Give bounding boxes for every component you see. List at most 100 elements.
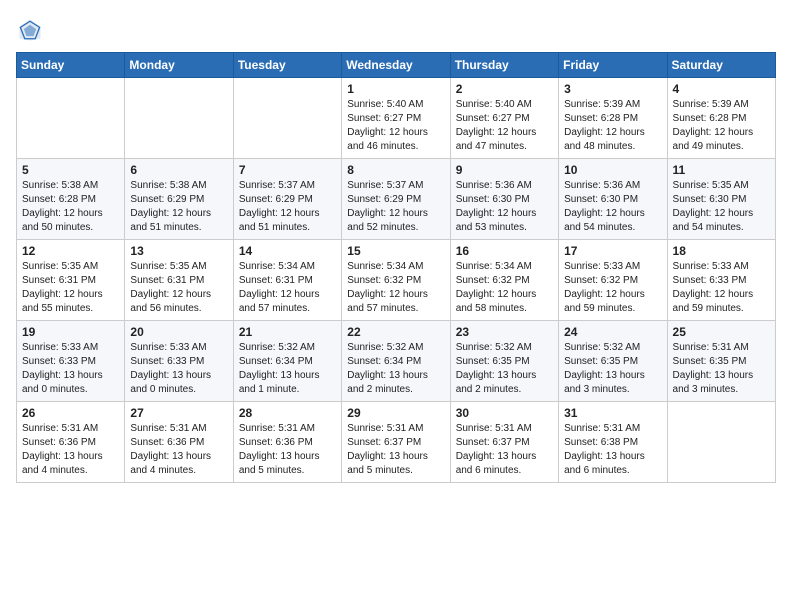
calendar-cell: 26 Sunrise: 5:31 AM Sunset: 6:36 PM Dayli…: [17, 402, 125, 483]
day-number: 15: [347, 244, 444, 258]
calendar-cell: 5 Sunrise: 5:38 AM Sunset: 6:28 PM Daylig…: [17, 159, 125, 240]
day-number: 3: [564, 82, 661, 96]
logo-icon: [16, 16, 44, 44]
calendar-day-header: Friday: [559, 53, 667, 78]
cell-content: Sunrise: 5:35 AM Sunset: 6:31 PM Dayligh…: [22, 260, 119, 316]
cell-content: Sunrise: 5:35 AM Sunset: 6:31 PM Dayligh…: [130, 260, 227, 316]
calendar-cell: 18 Sunrise: 5:33 AM Sunset: 6:33 PM Dayli…: [667, 240, 775, 321]
day-number: 25: [673, 325, 770, 339]
day-number: 24: [564, 325, 661, 339]
cell-content: Sunrise: 5:39 AM Sunset: 6:28 PM Dayligh…: [564, 98, 661, 154]
calendar-day-header: Thursday: [450, 53, 558, 78]
cell-content: Sunrise: 5:36 AM Sunset: 6:30 PM Dayligh…: [564, 179, 661, 235]
day-number: 16: [456, 244, 553, 258]
day-number: 29: [347, 406, 444, 420]
day-number: 28: [239, 406, 336, 420]
cell-content: Sunrise: 5:31 AM Sunset: 6:35 PM Dayligh…: [673, 341, 770, 397]
calendar-cell: 6Sunrise: 5:38 AM Sunset: 6:29 PM Daylig…: [125, 159, 233, 240]
calendar-table: SundayMondayTuesdayWednesdayThursdayFrid…: [16, 52, 776, 483]
day-number: 27: [130, 406, 227, 420]
calendar-cell: 10 Sunrise: 5:36 AM Sunset: 6:30 PM Dayli…: [559, 159, 667, 240]
calendar-cell: 16 Sunrise: 5:34 AM Sunset: 6:32 PM Dayli…: [450, 240, 558, 321]
calendar-cell: 23 Sunrise: 5:32 AM Sunset: 6:35 PM Dayli…: [450, 321, 558, 402]
calendar-cell: [125, 78, 233, 159]
cell-content: Sunrise: 5:32 AM Sunset: 6:34 PM Dayligh…: [239, 341, 336, 397]
cell-content: Sunrise: 5:31 AM Sunset: 6:36 PM Dayligh…: [130, 422, 227, 478]
day-number: 7: [239, 163, 336, 177]
cell-content: Sunrise: 5:34 AM Sunset: 6:32 PM Dayligh…: [456, 260, 553, 316]
day-number: 21: [239, 325, 336, 339]
calendar-cell: 22Sunrise: 5:32 AM Sunset: 6:34 PM Dayli…: [342, 321, 450, 402]
day-number: 20: [130, 325, 227, 339]
day-number: 13: [130, 244, 227, 258]
calendar-cell: 12 Sunrise: 5:35 AM Sunset: 6:31 PM Dayli…: [17, 240, 125, 321]
day-number: 31: [564, 406, 661, 420]
calendar-cell: 4 Sunrise: 5:39 AM Sunset: 6:28 PM Daylig…: [667, 78, 775, 159]
day-number: 23: [456, 325, 553, 339]
cell-content: Sunrise: 5:31 AM Sunset: 6:37 PM Dayligh…: [456, 422, 553, 478]
calendar-cell: 29 Sunrise: 5:31 AM Sunset: 6:37 PM Dayli…: [342, 402, 450, 483]
calendar-cell: 27 Sunrise: 5:31 AM Sunset: 6:36 PM Dayli…: [125, 402, 233, 483]
logo: [16, 16, 48, 44]
cell-content: Sunrise: 5:31 AM Sunset: 6:36 PM Dayligh…: [22, 422, 119, 478]
day-number: 5: [22, 163, 119, 177]
cell-content: Sunrise: 5:38 AM Sunset: 6:28 PM Dayligh…: [22, 179, 119, 235]
cell-content: Sunrise: 5:32 AM Sunset: 6:35 PM Dayligh…: [456, 341, 553, 397]
calendar-cell: [17, 78, 125, 159]
calendar-cell: 24 Sunrise: 5:32 AM Sunset: 6:35 PM Dayli…: [559, 321, 667, 402]
calendar-cell: 28 Sunrise: 5:31 AM Sunset: 6:36 PM Dayli…: [233, 402, 341, 483]
day-number: 18: [673, 244, 770, 258]
cell-content: Sunrise: 5:33 AM Sunset: 6:33 PM Dayligh…: [673, 260, 770, 316]
calendar-cell: 9Sunrise: 5:36 AM Sunset: 6:30 PM Daylig…: [450, 159, 558, 240]
cell-content: Sunrise: 5:35 AM Sunset: 6:30 PM Dayligh…: [673, 179, 770, 235]
calendar-cell: 30 Sunrise: 5:31 AM Sunset: 6:37 PM Dayli…: [450, 402, 558, 483]
cell-content: Sunrise: 5:38 AM Sunset: 6:29 PM Dayligh…: [130, 179, 227, 235]
calendar-cell: 7 Sunrise: 5:37 AM Sunset: 6:29 PM Daylig…: [233, 159, 341, 240]
calendar-cell: 31 Sunrise: 5:31 AM Sunset: 6:38 PM Dayli…: [559, 402, 667, 483]
cell-content: Sunrise: 5:34 AM Sunset: 6:31 PM Dayligh…: [239, 260, 336, 316]
cell-content: Sunrise: 5:40 AM Sunset: 6:27 PM Dayligh…: [456, 98, 553, 154]
day-number: 4: [673, 82, 770, 96]
calendar-cell: 2 Sunrise: 5:40 AM Sunset: 6:27 PM Daylig…: [450, 78, 558, 159]
cell-content: Sunrise: 5:34 AM Sunset: 6:32 PM Dayligh…: [347, 260, 444, 316]
cell-content: Sunrise: 5:33 AM Sunset: 6:33 PM Dayligh…: [22, 341, 119, 397]
calendar-cell: 8Sunrise: 5:37 AM Sunset: 6:29 PM Daylig…: [342, 159, 450, 240]
day-number: 26: [22, 406, 119, 420]
calendar-cell: 15 Sunrise: 5:34 AM Sunset: 6:32 PM Dayli…: [342, 240, 450, 321]
calendar-cell: 1Sunrise: 5:40 AM Sunset: 6:27 PM Daylig…: [342, 78, 450, 159]
day-number: 30: [456, 406, 553, 420]
cell-content: Sunrise: 5:33 AM Sunset: 6:33 PM Dayligh…: [130, 341, 227, 397]
cell-content: Sunrise: 5:39 AM Sunset: 6:28 PM Dayligh…: [673, 98, 770, 154]
calendar-cell: 14 Sunrise: 5:34 AM Sunset: 6:31 PM Dayli…: [233, 240, 341, 321]
calendar-cell: [667, 402, 775, 483]
day-number: 9: [456, 163, 553, 177]
day-number: 17: [564, 244, 661, 258]
day-number: 10: [564, 163, 661, 177]
cell-content: Sunrise: 5:32 AM Sunset: 6:35 PM Dayligh…: [564, 341, 661, 397]
cell-content: Sunrise: 5:33 AM Sunset: 6:32 PM Dayligh…: [564, 260, 661, 316]
day-number: 22: [347, 325, 444, 339]
calendar-cell: 3 Sunrise: 5:39 AM Sunset: 6:28 PM Daylig…: [559, 78, 667, 159]
calendar-cell: 20 Sunrise: 5:33 AM Sunset: 6:33 PM Dayli…: [125, 321, 233, 402]
day-number: 19: [22, 325, 119, 339]
calendar-day-header: Wednesday: [342, 53, 450, 78]
day-number: 2: [456, 82, 553, 96]
calendar-cell: 11 Sunrise: 5:35 AM Sunset: 6:30 PM Dayli…: [667, 159, 775, 240]
cell-content: Sunrise: 5:37 AM Sunset: 6:29 PM Dayligh…: [239, 179, 336, 235]
calendar-cell: [233, 78, 341, 159]
calendar-cell: 17 Sunrise: 5:33 AM Sunset: 6:32 PM Dayli…: [559, 240, 667, 321]
calendar-day-header: Monday: [125, 53, 233, 78]
day-number: 11: [673, 163, 770, 177]
calendar-day-header: Saturday: [667, 53, 775, 78]
page-header: [16, 16, 776, 44]
cell-content: Sunrise: 5:31 AM Sunset: 6:36 PM Dayligh…: [239, 422, 336, 478]
calendar-cell: 19 Sunrise: 5:33 AM Sunset: 6:33 PM Dayli…: [17, 321, 125, 402]
calendar-cell: 13 Sunrise: 5:35 AM Sunset: 6:31 PM Dayli…: [125, 240, 233, 321]
cell-content: Sunrise: 5:37 AM Sunset: 6:29 PM Dayligh…: [347, 179, 444, 235]
cell-content: Sunrise: 5:31 AM Sunset: 6:38 PM Dayligh…: [564, 422, 661, 478]
day-number: 12: [22, 244, 119, 258]
calendar-cell: 25 Sunrise: 5:31 AM Sunset: 6:35 PM Dayli…: [667, 321, 775, 402]
cell-content: Sunrise: 5:40 AM Sunset: 6:27 PM Dayligh…: [347, 98, 444, 154]
cell-content: Sunrise: 5:31 AM Sunset: 6:37 PM Dayligh…: [347, 422, 444, 478]
day-number: 14: [239, 244, 336, 258]
